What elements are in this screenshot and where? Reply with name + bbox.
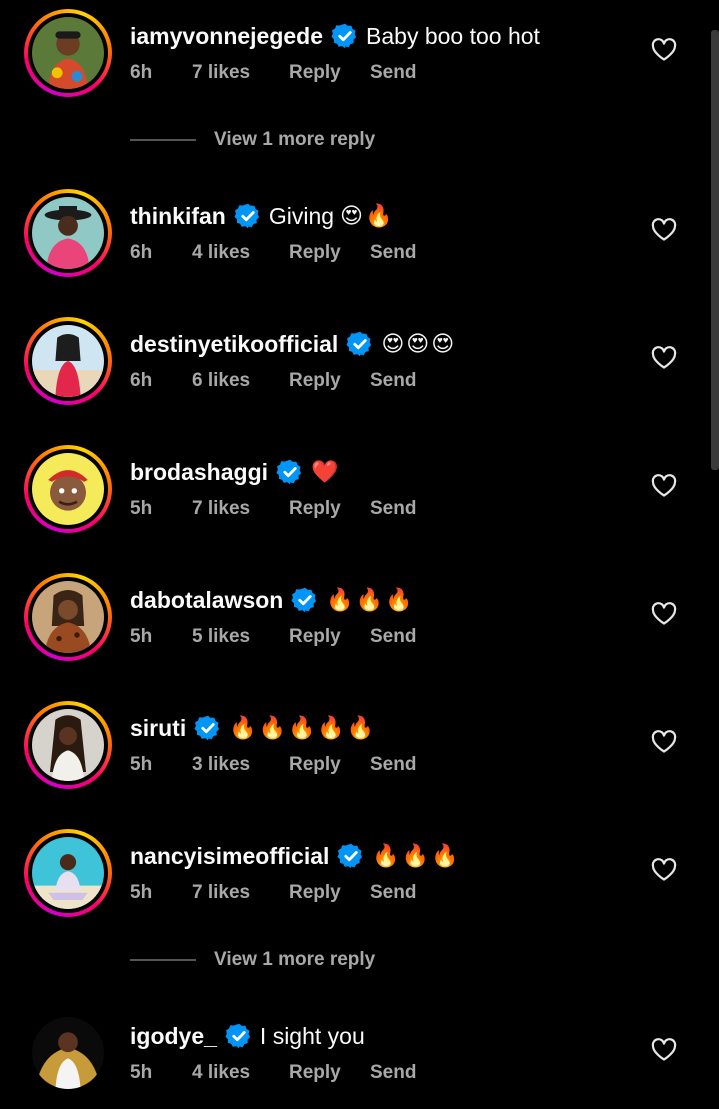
avatar[interactable] [32, 17, 104, 89]
comment-time: 6h [130, 370, 153, 391]
comment-row: igodye_ I sight you 5h 4 likes Reply Sen… [0, 1008, 719, 1108]
avatar-story-ring[interactable] [24, 573, 112, 661]
heart-outline-icon[interactable] [651, 474, 677, 498]
avatar-story-ring[interactable] [24, 9, 112, 97]
comment-time: 5h [130, 498, 153, 519]
avatar[interactable] [32, 709, 104, 781]
send-button[interactable]: Send [370, 882, 416, 904]
reply-button[interactable]: Reply [289, 626, 341, 648]
comment-row: thinkifan Giving 😍🔥 6h 4 likes Reply Sen… [0, 188, 719, 288]
avatar[interactable] [32, 581, 104, 653]
comment-text: I sight you [259, 1022, 365, 1049]
reply-button[interactable]: Reply [289, 754, 341, 776]
send-button[interactable]: Send [370, 242, 416, 264]
reply-button[interactable]: Reply [289, 1062, 341, 1084]
reply-button[interactable]: Reply [289, 498, 341, 520]
reply-button[interactable]: Reply [289, 242, 341, 264]
comment-likes[interactable]: 7 likes [192, 882, 250, 904]
send-button[interactable]: Send [370, 754, 416, 776]
comment-time: 5h [130, 1062, 153, 1083]
heart-outline-icon[interactable] [651, 858, 677, 882]
comment-emoji: ❤️ [311, 459, 341, 485]
comment-row: iamyvonnejegede Baby boo too hot 6h 7 li… [0, 8, 719, 108]
avatar[interactable] [32, 325, 104, 397]
comment-likes[interactable]: 4 likes [192, 242, 250, 264]
comment-text: Giving [268, 202, 335, 229]
avatar-story-ring[interactable] [24, 701, 112, 789]
comment-username[interactable]: iamyvonnejegede [130, 23, 323, 50]
comment-time: 6h [130, 242, 153, 263]
avatar[interactable] [32, 197, 104, 269]
heart-outline-icon[interactable] [651, 38, 677, 62]
comment-username[interactable]: igodye_ [130, 1023, 217, 1050]
view-more-replies-label[interactable]: View 1 more reply [214, 129, 375, 151]
comment-emoji: 🔥🔥🔥🔥🔥 [229, 715, 377, 741]
comment-time: 6h [130, 62, 153, 83]
comment-username[interactable]: nancyisimeofficial [130, 843, 329, 870]
send-button[interactable]: Send [370, 498, 416, 520]
verified-badge-icon [225, 1023, 251, 1049]
heart-outline-icon[interactable] [651, 730, 677, 754]
verified-badge-icon [194, 715, 220, 741]
view-more-replies[interactable]: View 1 more reply [130, 125, 375, 155]
comment-username[interactable]: thinkifan [130, 203, 226, 230]
comment-emoji: 🔥🔥🔥 [372, 843, 461, 869]
comment-row: dabotalawson 🔥🔥🔥 5h 5 likes Reply Send [0, 572, 719, 672]
comment-emoji: 😍🔥 [340, 203, 395, 229]
avatar-story-ring[interactable] [24, 189, 112, 277]
comment-text: Baby boo too hot [366, 22, 540, 49]
comment-time: 5h [130, 754, 153, 775]
avatar-frame[interactable] [24, 1009, 112, 1097]
comment-likes[interactable]: 7 likes [192, 62, 250, 84]
avatar[interactable] [32, 1017, 104, 1089]
verified-badge-icon [234, 203, 259, 229]
verified-badge-icon [346, 331, 372, 357]
heart-outline-icon[interactable] [651, 602, 677, 626]
send-button[interactable]: Send [370, 626, 416, 648]
comment-row: siruti 🔥🔥🔥🔥🔥 5h 3 likes Reply Send [0, 700, 719, 800]
verified-badge-icon [276, 459, 302, 485]
avatar[interactable] [32, 837, 104, 909]
comment-row: nancyisimeofficial 🔥🔥🔥 5h 7 likes Reply … [0, 828, 719, 928]
comment-row: brodashaggi ❤️ 5h 7 likes Reply Send [0, 444, 719, 544]
comment-likes[interactable]: 6 likes [192, 370, 250, 392]
send-button[interactable]: Send [370, 1062, 416, 1084]
comment-username[interactable]: destinyetikoofficial [130, 331, 338, 358]
comment-time: 5h [130, 882, 153, 903]
comment-row: destinyetikoofficial 😍😍😍 6h 6 likes Repl… [0, 316, 719, 416]
scrollbar[interactable] [711, 30, 719, 470]
view-more-replies[interactable]: View 1 more reply [130, 945, 375, 975]
avatar-story-ring[interactable] [24, 829, 112, 917]
avatar-story-ring[interactable] [24, 317, 112, 405]
reply-button[interactable]: Reply [289, 370, 341, 392]
reply-button[interactable]: Reply [289, 62, 341, 84]
divider-line [130, 139, 196, 141]
send-button[interactable]: Send [370, 62, 416, 84]
comment-username[interactable]: dabotalawson [130, 587, 283, 614]
comment-username[interactable]: siruti [130, 715, 186, 742]
verified-badge-icon [337, 843, 363, 869]
send-button[interactable]: Send [370, 370, 416, 392]
comment-time: 5h [130, 626, 153, 647]
comment-emoji: 😍😍😍 [381, 331, 457, 357]
divider-line [130, 959, 196, 961]
avatar[interactable] [32, 453, 104, 525]
comment-emoji: 🔥🔥🔥 [326, 587, 415, 613]
heart-outline-icon[interactable] [651, 346, 677, 370]
comment-likes[interactable]: 4 likes [192, 1062, 250, 1084]
comment-username[interactable]: brodashaggi [130, 459, 268, 486]
comment-likes[interactable]: 7 likes [192, 498, 250, 520]
comment-likes[interactable]: 5 likes [192, 626, 250, 648]
comments-feed: iamyvonnejegede Baby boo too hot 6h 7 li… [0, 0, 719, 1109]
view-more-replies-label[interactable]: View 1 more reply [214, 949, 375, 971]
avatar-story-ring[interactable] [24, 445, 112, 533]
comment-likes[interactable]: 3 likes [192, 754, 250, 776]
reply-button[interactable]: Reply [289, 882, 341, 904]
heart-outline-icon[interactable] [651, 1038, 677, 1062]
verified-badge-icon [331, 23, 357, 49]
verified-badge-icon [291, 587, 317, 613]
heart-outline-icon[interactable] [651, 218, 677, 242]
